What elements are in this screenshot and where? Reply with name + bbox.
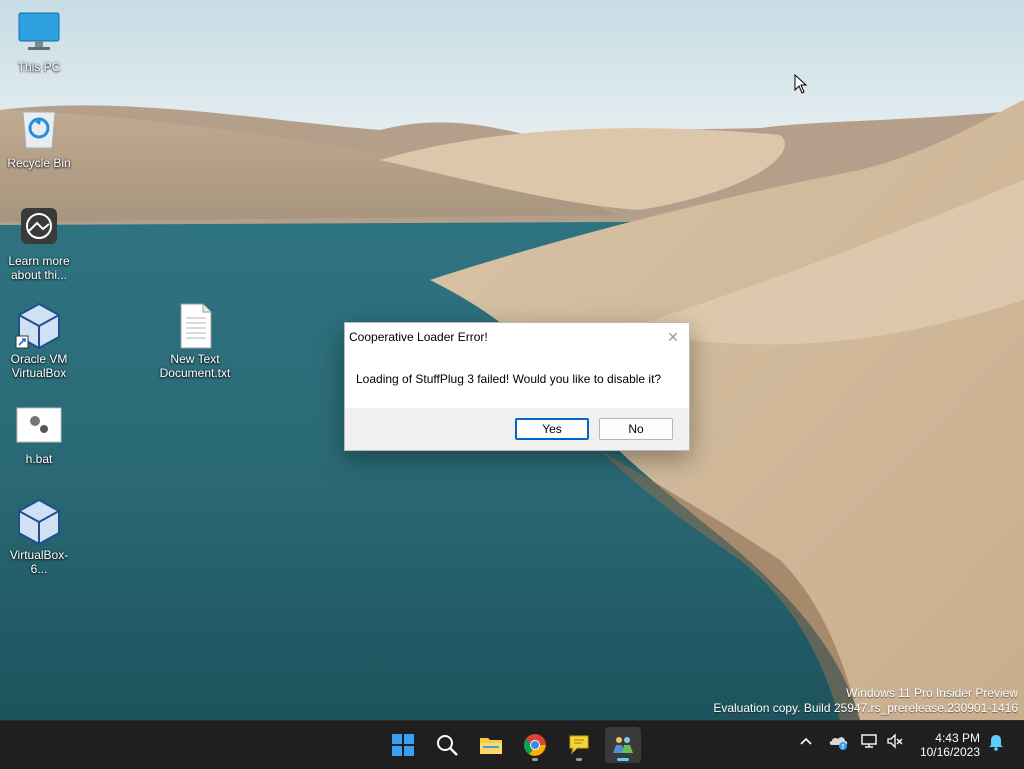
- desktop-icon-new-text-document[interactable]: New Text Document.txt: [156, 302, 234, 380]
- chat-bubble-icon: [569, 735, 589, 755]
- desktop-icon-label-line2: Document.txt: [159, 366, 231, 380]
- desktop-icon-virtualbox-installer[interactable]: VirtualBox-6...: [0, 498, 78, 576]
- clock-date: 10/16/2023: [919, 745, 980, 759]
- file-explorer-icon: [480, 738, 502, 754]
- batch-file-icon: [15, 402, 63, 450]
- network-icon[interactable]: [860, 733, 878, 749]
- desktop-icon-label-line1: Oracle VM: [10, 352, 68, 366]
- monitor-icon: [15, 10, 63, 58]
- chevron-up-icon[interactable]: [798, 733, 814, 749]
- taskbar-active-app[interactable]: [605, 727, 641, 763]
- dialog-button-bar: Yes No: [345, 408, 689, 450]
- active-indicator: [617, 758, 629, 761]
- taskbar-chat-app[interactable]: [561, 727, 597, 763]
- desktop-icon-label: This PC: [17, 60, 61, 74]
- virtualbox-icon: [15, 302, 63, 350]
- desktop-icon-label: Recycle Bin: [7, 156, 71, 170]
- watermark-line2: Evaluation copy. Build 25947.rs_prerelea…: [713, 701, 1018, 715]
- watermark-line1: Windows 11 Pro Insider Preview: [846, 686, 1018, 700]
- system-clock[interactable]: 4:43 PM 10/16/2023: [920, 731, 980, 759]
- mouse-cursor-icon: [794, 74, 808, 94]
- search-icon: [437, 735, 458, 756]
- no-button[interactable]: No: [599, 418, 673, 440]
- error-dialog[interactable]: Cooperative Loader Error! ✕ Loading of S…: [344, 322, 690, 451]
- dialog-message: Loading of StuffPlug 3 failed! Would you…: [356, 372, 662, 386]
- running-indicator: [576, 758, 582, 761]
- text-document-icon: [171, 302, 219, 350]
- dialog-titlebar[interactable]: Cooperative Loader Error! ✕: [345, 323, 689, 350]
- chrome-icon: [524, 734, 546, 756]
- dialog-body: Loading of StuffPlug 3 failed! Would you…: [345, 350, 689, 408]
- active-app-icon: [613, 737, 633, 753]
- desktop-icon-label: VirtualBox-6...: [9, 548, 69, 576]
- running-indicator: [532, 758, 538, 761]
- taskbar-chrome[interactable]: [517, 727, 553, 763]
- virtualbox-installer-icon: [15, 498, 63, 546]
- search-button[interactable]: [429, 727, 465, 763]
- learn-more-icon: [15, 204, 63, 252]
- desktop-icon-oracle-vm-virtualbox[interactable]: Oracle VM VirtualBox: [0, 302, 78, 380]
- close-button[interactable]: ✕: [663, 327, 683, 347]
- taskbar-file-explorer[interactable]: [473, 727, 509, 763]
- volume-muted-icon[interactable]: [886, 733, 904, 749]
- desktop-icon-learn-more[interactable]: Learn more about thi...: [0, 204, 78, 282]
- desktop[interactable]: This PC Recycle Bin Learn more about thi…: [0, 0, 1024, 720]
- recycle-bin-icon: [15, 106, 63, 154]
- start-button[interactable]: [385, 727, 421, 763]
- desktop-icon-label-line1: Learn more: [8, 254, 70, 268]
- taskbar: 4:43 PM 10/16/2023: [0, 720, 1024, 769]
- start-icon: [392, 734, 414, 756]
- desktop-icon-label: h.bat: [25, 452, 53, 466]
- dialog-title: Cooperative Loader Error!: [349, 330, 488, 344]
- desktop-icon-h-bat[interactable]: h.bat: [0, 402, 78, 466]
- desktop-icon-recycle-bin[interactable]: Recycle Bin: [0, 106, 78, 170]
- clock-time: 4:43 PM: [935, 731, 980, 745]
- desktop-icon-label-line2: VirtualBox: [11, 366, 67, 380]
- desktop-icon-label-line1: New Text: [170, 352, 220, 366]
- notification-bell-icon[interactable]: [988, 733, 1004, 751]
- evaluation-watermark: Windows 11 Pro Insider Preview Evaluatio…: [713, 686, 1018, 716]
- yes-button[interactable]: Yes: [515, 418, 589, 440]
- onedrive-icon[interactable]: [828, 733, 848, 751]
- desktop-icon-this-pc[interactable]: This PC: [0, 10, 78, 74]
- desktop-icon-label-line2: about thi...: [10, 268, 68, 282]
